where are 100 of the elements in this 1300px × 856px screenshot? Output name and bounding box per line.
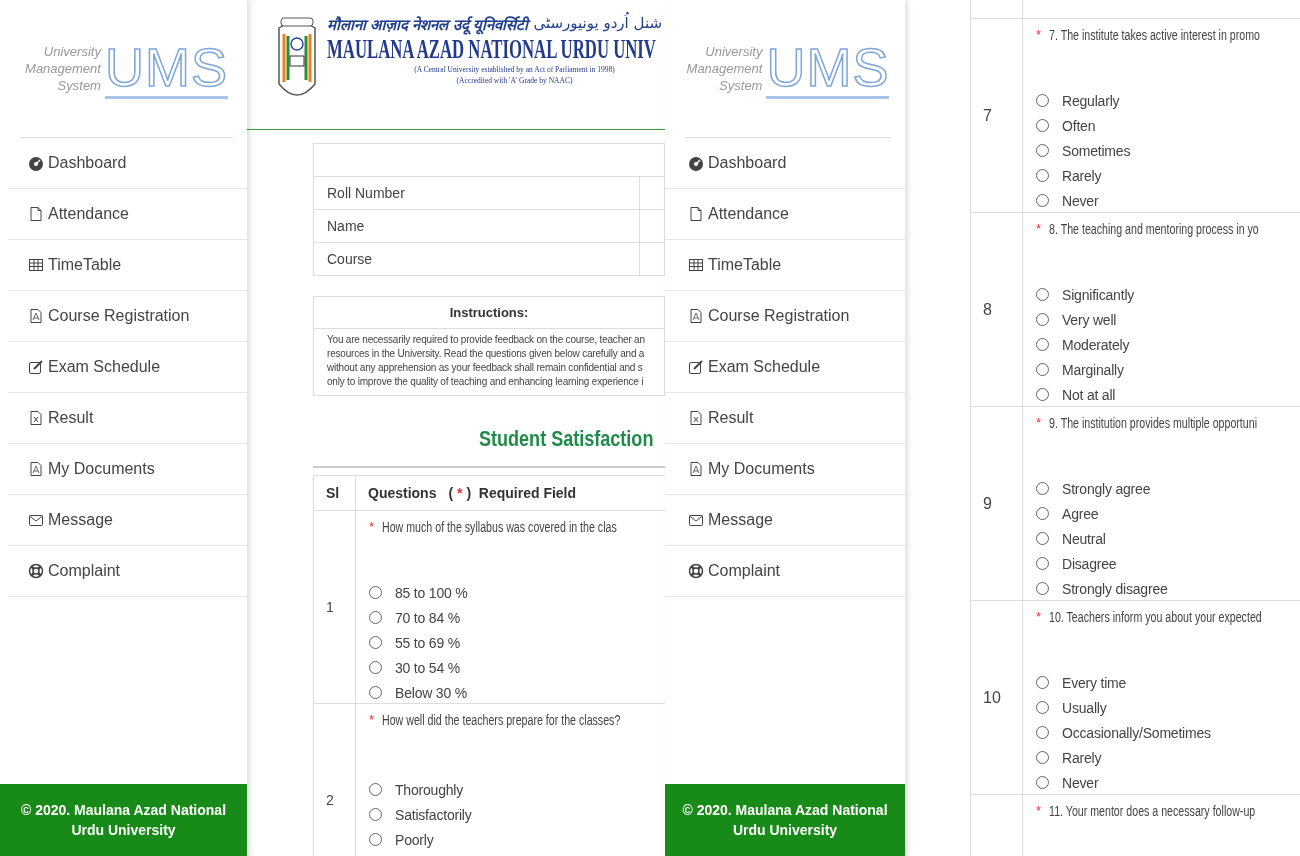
option-label: Never xyxy=(1062,192,1099,209)
option-label: 55 to 69 % xyxy=(395,634,460,651)
option-label: Not at all xyxy=(1062,386,1116,403)
option-label: Strongly disagree xyxy=(1062,580,1168,597)
option-label: Often xyxy=(1062,117,1096,134)
edit-icon xyxy=(28,359,44,375)
life-ring-icon xyxy=(28,563,44,579)
option-label: Rarely xyxy=(1062,749,1102,766)
document-icon xyxy=(28,206,44,222)
option-label: Moderately xyxy=(1062,336,1130,353)
life-ring-icon xyxy=(688,563,704,579)
option-label: 30 to 54 % xyxy=(395,659,460,676)
table-icon xyxy=(688,257,704,273)
required-mark: * xyxy=(1036,609,1042,625)
option-label: Sometimes xyxy=(1062,142,1131,159)
question-text: 10. Teachers inform you about your expected xyxy=(1049,609,1262,625)
nav-item[interactable]: Attendance xyxy=(8,189,247,240)
gauge-icon xyxy=(28,155,44,171)
logo-caption: University Management System xyxy=(686,43,763,94)
question-text: How much of the syllabus was covered in the clas xyxy=(382,519,617,535)
pdf-file-icon xyxy=(688,461,704,477)
option-label: Strongly agree xyxy=(1062,480,1151,497)
option-label: Significantly xyxy=(1062,286,1135,303)
urdu-name: شنل اُردو یونیورسٹی xyxy=(533,14,662,34)
survey-title: Student Satisfaction xyxy=(479,426,654,452)
footer: © 2020. Maulana Azad National Urdu University xyxy=(665,784,905,856)
logo-wordmark: UMS xyxy=(766,38,890,99)
question-text: 7. The institute takes active interest in promo xyxy=(1049,27,1260,43)
option-label: Occasionally/Sometimes xyxy=(1062,724,1211,741)
column-header: Sl xyxy=(326,485,340,501)
required-mark: * xyxy=(1036,221,1042,237)
question-text: 9. The institution provides multiple opportuni xyxy=(1049,415,1258,431)
nav-item[interactable]: Course Registration xyxy=(8,291,247,342)
table-cell: Name xyxy=(314,210,640,242)
row-number: 9 xyxy=(983,494,992,513)
required-mark: * xyxy=(369,712,375,729)
nav-item[interactable]: Message xyxy=(8,495,247,546)
option-label: Never xyxy=(1062,774,1099,791)
nav-item[interactable]: TimeTable xyxy=(8,240,247,291)
edit-icon xyxy=(688,359,704,375)
table-icon xyxy=(28,257,44,273)
instructions-text: You are necessarily required to provide feedback on the course, teacher an resources in the University. Read the questions given below carefully and a without any apprehension as your feedback shall remain confidential and s only to improve the quality of teaching and enhancing learning experience i xyxy=(326,333,646,389)
option-label: Very well xyxy=(1062,311,1117,328)
nav-item[interactable]: Course Registration xyxy=(665,291,905,342)
document-icon xyxy=(688,206,704,222)
row-number: 1 xyxy=(326,599,334,615)
nav-item[interactable]: TimeTable xyxy=(665,240,905,291)
row-number: 8 xyxy=(983,300,992,319)
nav-item[interactable]: Exam Schedule xyxy=(665,342,905,393)
required-mark: * xyxy=(1036,27,1042,43)
table-cell: Course xyxy=(314,243,640,275)
gauge-icon xyxy=(688,155,704,171)
option-label: Neutral xyxy=(1062,530,1106,547)
column-header: Questions xyxy=(368,485,437,501)
nav-item[interactable]: Exam Schedule xyxy=(8,342,247,393)
option-label: Poorly xyxy=(395,831,434,848)
logo-caption: University Management System xyxy=(25,43,101,94)
row-number: 7 xyxy=(983,106,992,125)
question-text: How well did the teachers prepare for the classes? xyxy=(382,712,621,730)
question-text: 11. Your mentor does a necessary follow-up xyxy=(1049,803,1256,821)
nav-item[interactable]: Result xyxy=(8,393,247,444)
nav-item[interactable]: My Documents xyxy=(8,444,247,495)
option-label: Rarely xyxy=(1062,167,1102,184)
option-label: Below 30 % xyxy=(395,684,467,701)
option-label: Thoroughly xyxy=(395,781,464,798)
nav-item[interactable]: Complaint xyxy=(665,546,905,597)
nav-item[interactable]: Message xyxy=(665,495,905,546)
required-mark: * xyxy=(1036,415,1042,431)
nav-item[interactable]: Dashboard xyxy=(8,138,247,189)
table-cell: Roll Number xyxy=(314,177,640,209)
logo-wordmark: UMS xyxy=(104,38,228,99)
required-mark: * xyxy=(1036,803,1042,820)
option-label: 85 to 100 % xyxy=(395,584,468,601)
option-label: Marginally xyxy=(1062,361,1124,378)
envelope-icon xyxy=(28,512,44,528)
option-label: 70 to 84 % xyxy=(395,609,460,626)
pdf-file-icon xyxy=(28,461,44,477)
required-mark: * xyxy=(369,519,375,535)
row-number: 2 xyxy=(326,792,334,808)
option-label: Satisfactorily xyxy=(395,806,472,823)
question-text: 8. The teaching and mentoring process in yo xyxy=(1049,221,1259,237)
nav-item[interactable]: Complaint xyxy=(8,546,247,597)
envelope-icon xyxy=(688,512,704,528)
required-legend: ( * ) Required Field xyxy=(448,485,577,501)
university-name: MAULANA AZAD NATIONAL URDU UNIV xyxy=(327,34,656,64)
nav-item[interactable]: Attendance xyxy=(665,189,905,240)
pdf-file-icon xyxy=(688,308,704,324)
footer: © 2020. Maulana Azad National Urdu University xyxy=(0,784,247,856)
nav-item[interactable]: Dashboard xyxy=(665,138,905,189)
spreadsheet-file-icon xyxy=(28,410,44,426)
option-label: Disagree xyxy=(1062,555,1117,572)
nav-item[interactable]: Result xyxy=(665,393,905,444)
nav-item[interactable]: My Documents xyxy=(665,444,905,495)
spreadsheet-file-icon xyxy=(688,410,704,426)
row-number: 10 xyxy=(983,688,1001,707)
option-label: Agree xyxy=(1062,505,1099,522)
option-label: Regularly xyxy=(1062,92,1120,109)
pdf-file-icon xyxy=(28,308,44,324)
instructions-title: Instructions: xyxy=(314,297,664,329)
option-label: Usually xyxy=(1062,699,1107,716)
